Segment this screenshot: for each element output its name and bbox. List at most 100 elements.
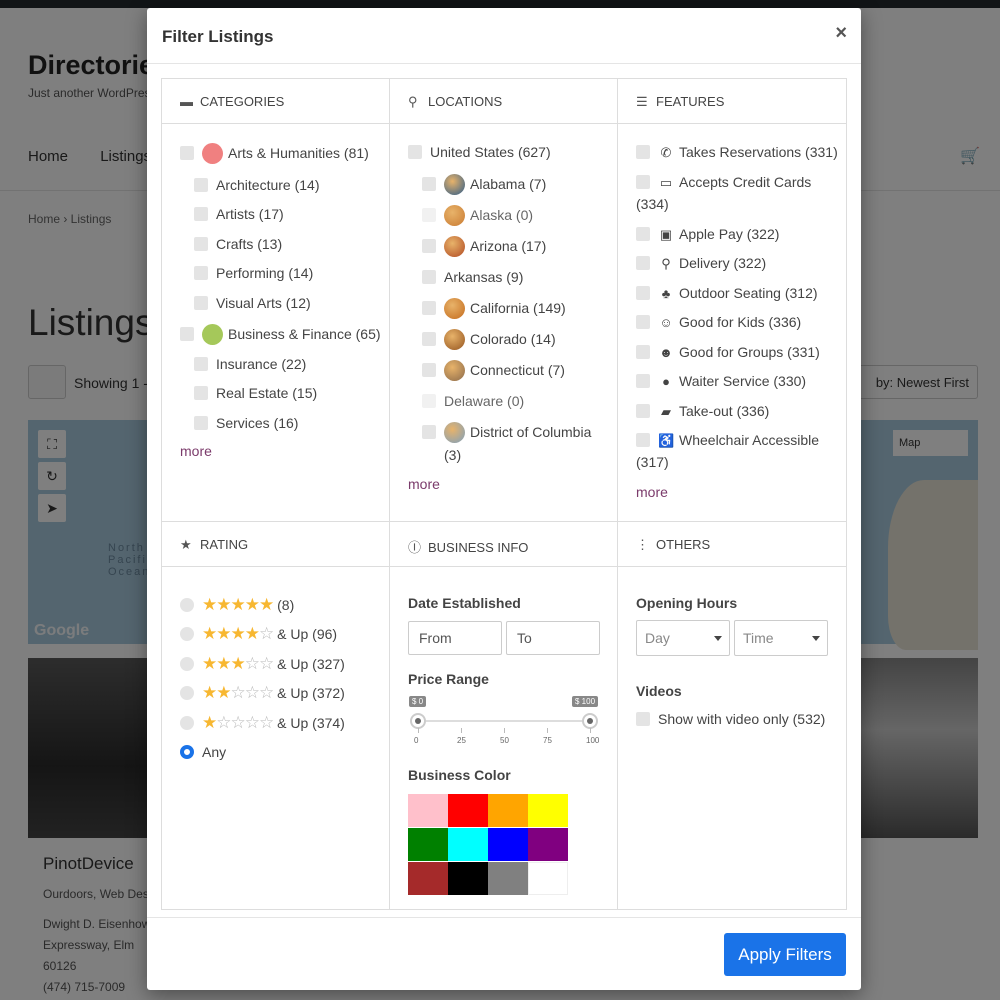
price-slider-min-handle[interactable] xyxy=(410,713,426,729)
rating-option[interactable]: ★★☆☆☆ & Up (372) xyxy=(180,682,345,704)
checkbox[interactable] xyxy=(636,433,650,447)
checkbox[interactable] xyxy=(636,227,650,241)
radio-button[interactable] xyxy=(180,657,194,671)
checkbox[interactable] xyxy=(636,374,650,388)
price-slider-track[interactable] xyxy=(418,720,590,722)
price-slider-max-handle[interactable] xyxy=(582,713,598,729)
checkbox[interactable] xyxy=(422,239,436,253)
checkbox[interactable] xyxy=(422,332,436,346)
checkbox[interactable] xyxy=(194,296,208,310)
color-swatch[interactable] xyxy=(408,862,448,895)
video-only-checkbox[interactable]: Show with video only (532) xyxy=(636,708,825,730)
color-swatch[interactable] xyxy=(528,862,568,895)
rating-option[interactable]: ★☆☆☆☆ & Up (374) xyxy=(180,712,345,734)
category-option[interactable]: Artists (17) xyxy=(194,203,284,225)
category-option[interactable]: Arts & Humanities (81) xyxy=(180,142,369,164)
rating-option[interactable]: ★★★★☆ & Up (96) xyxy=(180,623,337,645)
color-swatch[interactable] xyxy=(528,828,568,861)
others-panel: ⋮ OTHERS Opening Hours Day Time Videos Sh… xyxy=(618,522,846,909)
apply-filters-button[interactable]: Apply Filters xyxy=(724,933,846,976)
checkbox[interactable] xyxy=(636,256,650,270)
checkbox[interactable] xyxy=(194,178,208,192)
location-option[interactable]: Colorado (14) xyxy=(422,328,556,350)
category-option[interactable]: Crafts (13) xyxy=(194,233,282,255)
color-swatch[interactable] xyxy=(528,794,568,827)
checkbox[interactable] xyxy=(636,286,650,300)
checkbox[interactable] xyxy=(194,357,208,371)
categories-more-link[interactable]: more xyxy=(180,443,212,459)
checkbox[interactable] xyxy=(422,394,436,408)
location-option[interactable]: United States (627) xyxy=(408,141,551,163)
location-option[interactable]: Delaware (0) xyxy=(422,390,524,412)
radio-button[interactable] xyxy=(180,598,194,612)
checkbox[interactable] xyxy=(422,363,436,377)
category-option[interactable]: Visual Arts (12) xyxy=(194,292,311,314)
feature-option[interactable]: ▣ Apple Pay (322) xyxy=(636,223,779,246)
checkbox[interactable] xyxy=(180,327,194,341)
location-option[interactable]: Arkansas (9) xyxy=(422,266,523,288)
checkbox[interactable] xyxy=(408,145,422,159)
checkbox[interactable] xyxy=(194,416,208,430)
rating-option[interactable]: Any xyxy=(180,741,226,763)
checkbox[interactable] xyxy=(636,712,650,726)
checkbox[interactable] xyxy=(636,315,650,329)
date-from-input[interactable]: From xyxy=(408,621,502,655)
feature-option[interactable]: ☺ Good for Kids (336) xyxy=(636,311,801,334)
checkbox[interactable] xyxy=(636,345,650,359)
radio-button[interactable] xyxy=(180,745,194,759)
checkbox[interactable] xyxy=(194,266,208,280)
locations-more-link[interactable]: more xyxy=(408,476,440,492)
feature-option[interactable]: ▰ Take-out (336) xyxy=(636,400,769,423)
feature-option[interactable]: ▭ Accepts Credit Cards xyxy=(636,171,811,194)
rating-option[interactable]: ★★★☆☆ & Up (327) xyxy=(180,653,345,675)
feature-option[interactable]: ☻ Good for Groups (331) xyxy=(636,341,820,364)
checkbox[interactable] xyxy=(422,208,436,222)
color-swatch[interactable] xyxy=(408,828,448,861)
date-to-input[interactable]: To xyxy=(506,621,600,655)
location-option[interactable]: Connecticut (7) xyxy=(422,359,565,381)
checkbox[interactable] xyxy=(180,146,194,160)
feature-option[interactable]: ✆ Takes Reservations (331) xyxy=(636,141,838,164)
category-label: Arts & Humanities (81) xyxy=(228,145,369,161)
color-swatch[interactable] xyxy=(448,862,488,895)
feature-option[interactable]: ♿ Wheelchair Accessible xyxy=(636,429,819,452)
checkbox[interactable] xyxy=(636,145,650,159)
location-option[interactable]: California (149) xyxy=(422,297,566,319)
checkbox[interactable] xyxy=(422,177,436,191)
feature-option[interactable]: ● Waiter Service (330) xyxy=(636,370,806,393)
checkbox[interactable] xyxy=(636,404,650,418)
location-option[interactable]: Alabama (7) xyxy=(422,173,546,195)
radio-button[interactable] xyxy=(180,627,194,641)
checkbox[interactable] xyxy=(636,175,650,189)
checkbox[interactable] xyxy=(194,237,208,251)
category-option[interactable]: Services (16) xyxy=(194,412,298,434)
category-option[interactable]: Architecture (14) xyxy=(194,174,319,196)
color-swatch[interactable] xyxy=(448,828,488,861)
category-option[interactable]: Insurance (22) xyxy=(194,353,306,375)
location-option[interactable]: Arizona (17) xyxy=(422,235,546,257)
color-swatch[interactable] xyxy=(488,794,528,827)
radio-button[interactable] xyxy=(180,716,194,730)
checkbox[interactable] xyxy=(194,207,208,221)
category-option[interactable]: Real Estate (15) xyxy=(194,382,317,404)
feature-option[interactable]: ⚲ Delivery (322) xyxy=(636,252,766,275)
location-option[interactable]: District of Columbia xyxy=(422,421,591,443)
location-option[interactable]: Alaska (0) xyxy=(422,204,533,226)
checkbox[interactable] xyxy=(422,270,436,284)
color-swatch[interactable] xyxy=(488,828,528,861)
category-option[interactable]: Performing (14) xyxy=(194,262,313,284)
time-select[interactable]: Time xyxy=(734,620,828,656)
checkbox[interactable] xyxy=(422,425,436,439)
radio-button[interactable] xyxy=(180,686,194,700)
close-icon[interactable]: × xyxy=(835,22,847,45)
features-more-link[interactable]: more xyxy=(636,484,668,500)
category-option[interactable]: Business & Finance (65) xyxy=(180,323,381,345)
color-swatch[interactable] xyxy=(448,794,488,827)
day-select[interactable]: Day xyxy=(636,620,730,656)
color-swatch[interactable] xyxy=(488,862,528,895)
checkbox[interactable] xyxy=(422,301,436,315)
feature-option[interactable]: ♣ Outdoor Seating (312) xyxy=(636,282,818,305)
color-swatch[interactable] xyxy=(408,794,448,827)
rating-option[interactable]: ★★★★★ (8) xyxy=(180,594,294,616)
checkbox[interactable] xyxy=(194,386,208,400)
